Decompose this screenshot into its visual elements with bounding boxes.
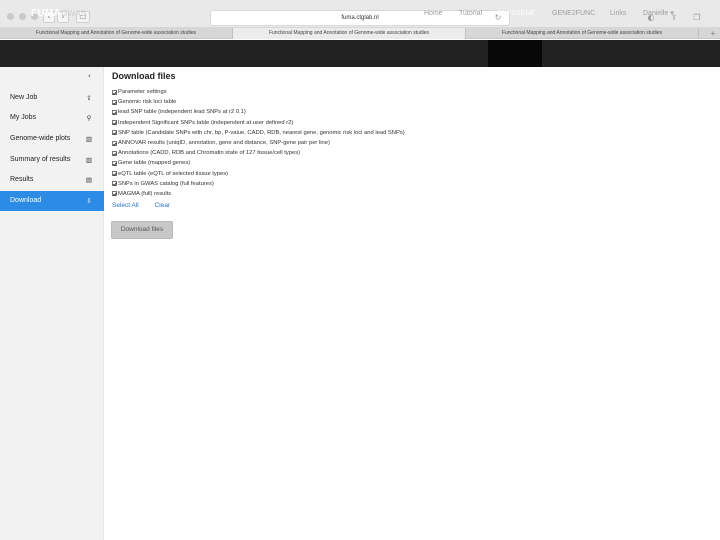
sidebar-item-new-job[interactable]: New Job ⇪: [0, 88, 104, 108]
list-item: SNPs in GWAS catalog (full features): [112, 179, 512, 189]
search-icon: ⚲: [86, 114, 92, 122]
list-item: SNP table (Candidate SNPs with chr, bp, …: [112, 128, 512, 138]
nav-gene2func[interactable]: GENE2FUNC: [552, 8, 595, 20]
file-label: Parameter settings: [118, 89, 167, 95]
file-label: Genomic risk loci table: [118, 99, 177, 106]
file-checkbox[interactable]: [112, 99, 117, 105]
sidebar-item-download[interactable]: Download ⇩: [0, 191, 104, 211]
list-item: lead SNP table (independent lead SNPs at…: [112, 107, 512, 117]
upload-icon: ⇪: [86, 94, 92, 102]
nav-tutorial[interactable]: Tutorial: [459, 8, 482, 20]
sidebar-item-label: Download: [10, 197, 42, 204]
list-item: Gene table (mapped genes): [112, 158, 512, 168]
list-item: MAGMA (full) results: [112, 189, 512, 199]
file-checkbox[interactable]: [112, 89, 117, 95]
table-icon: ▤: [85, 176, 93, 184]
list-item: Genomic risk loci table: [112, 97, 512, 107]
file-label: eQTL table (eQTL of selected tissue type…: [118, 170, 229, 177]
sidebar-item-label: Results: [10, 176, 34, 183]
browser-tab-strip: Functional Mapping and Annotation of Gen…: [0, 28, 720, 39]
sidebar-item-label: My Jobs: [10, 114, 37, 121]
tabs-overview-icon[interactable]: ❐: [692, 13, 702, 23]
file-checkbox[interactable]: [112, 140, 117, 146]
file-label: MAGMA (full) results: [118, 190, 172, 197]
clear-link[interactable]: Clear: [155, 201, 171, 211]
browser-tab[interactable]: Functional Mapping and Annotation of Gen…: [233, 28, 466, 39]
sidebar-item-genome-wide-plots[interactable]: Genome-wide plots ▥: [0, 129, 104, 149]
file-label: Independent Significant SNPs table (inde…: [118, 119, 294, 126]
file-label: lead SNP table (independent lead SNPs at…: [118, 109, 246, 116]
collapse-sidebar-icon[interactable]: ‹: [88, 71, 96, 81]
sidebar-item-my-jobs[interactable]: My Jobs ⚲: [0, 108, 104, 128]
sidebar-item-label: Summary of results: [10, 156, 71, 163]
list-item: ANNOVAR results (uniqID, annotation, gen…: [112, 138, 512, 148]
nav-home[interactable]: Home: [424, 8, 443, 20]
new-tab-button[interactable]: +: [708, 28, 718, 39]
list-item: Parameter settings: [112, 87, 512, 97]
list-item: Independent Significant SNPs table (inde…: [112, 118, 512, 128]
sidebar-item-label: New Job: [10, 94, 38, 101]
download-file-list: Parameter settings Genomic risk loci tab…: [112, 87, 512, 199]
file-checkbox[interactable]: [112, 191, 117, 197]
brand-logo[interactable]: FUMAGWAS: [31, 8, 86, 20]
browser-tab[interactable]: Functional Mapping and Annotation of Gen…: [0, 28, 233, 39]
file-label: Annotations (CADD, RDB and Chromatin sta…: [118, 150, 301, 157]
download-icon: ⇩: [86, 197, 92, 205]
bar-chart-icon: ▥: [85, 156, 93, 164]
nav-snp2gene[interactable]: SNP2GENE: [497, 8, 535, 20]
file-checkbox[interactable]: [112, 109, 117, 115]
file-checkbox[interactable]: [112, 181, 117, 187]
file-label: SNP table (Candidate SNPs with chr, bp, …: [118, 129, 405, 136]
nav-active-highlight: [488, 40, 542, 67]
file-label: Gene table (mapped genes): [118, 160, 191, 167]
browser-tab[interactable]: Functional Mapping and Annotation of Gen…: [466, 28, 699, 39]
file-checkbox[interactable]: [112, 171, 117, 177]
minimize-window-button[interactable]: [19, 13, 26, 20]
file-label: ANNOVAR results (uniqID, annotation, gen…: [118, 139, 330, 146]
file-checkbox[interactable]: [112, 150, 117, 156]
bar-chart-icon: ▥: [85, 135, 93, 143]
sidebar-item-label: Genome-wide plots: [10, 135, 71, 142]
file-checkbox[interactable]: [112, 130, 117, 136]
file-checkbox[interactable]: [112, 160, 117, 166]
page-title: Download files: [112, 71, 176, 81]
top-navbar: [0, 40, 720, 67]
sidebar-item-results[interactable]: Results ▤: [0, 170, 104, 190]
download-files-button[interactable]: Download files: [111, 221, 173, 239]
list-item: Annotations (CADD, RDB and Chromatin sta…: [112, 148, 512, 158]
nav-user-menu[interactable]: Danielle ▾: [643, 8, 674, 20]
selection-controls: Select All Clear: [112, 201, 170, 211]
list-item: eQTL table (eQTL of selected tissue type…: [112, 169, 512, 179]
close-window-button[interactable]: [7, 13, 14, 20]
nav-links[interactable]: Links: [610, 8, 626, 20]
sidebar-item-summary-of-results[interactable]: Summary of results ▥: [0, 150, 104, 170]
file-checkbox[interactable]: [112, 120, 117, 126]
select-all-link[interactable]: Select All: [112, 201, 139, 211]
file-label: SNPs in GWAS catalog (full features): [118, 180, 214, 187]
